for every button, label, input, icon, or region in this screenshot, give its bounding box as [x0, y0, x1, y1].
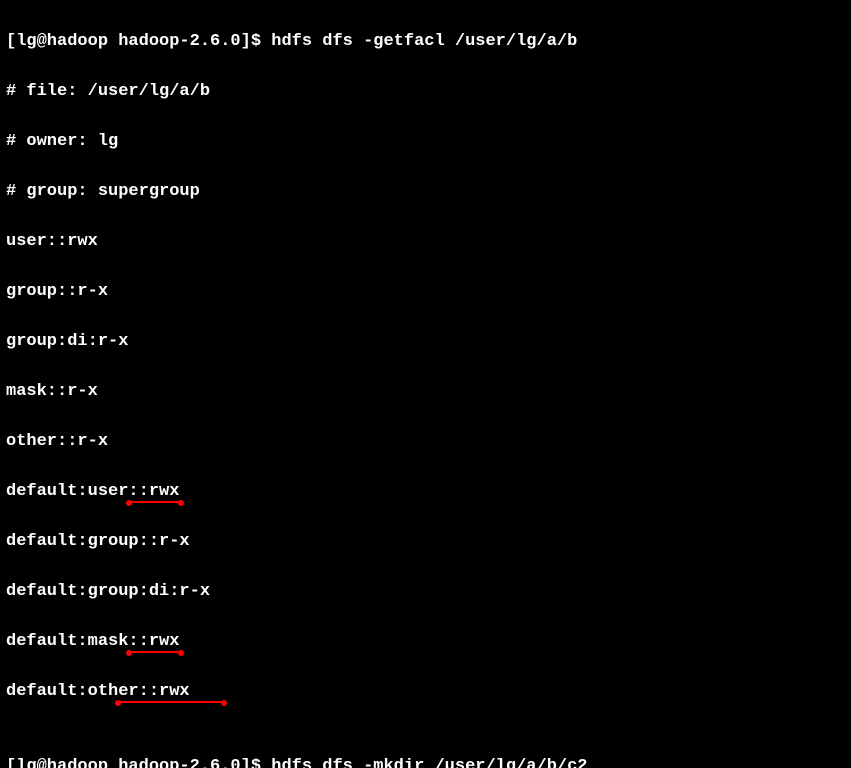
- output-line: mask::r-x: [6, 379, 845, 404]
- output-line: default:other::rwx: [6, 679, 845, 704]
- output-line: default:group::r-x: [6, 529, 845, 554]
- output-line: group::r-x: [6, 279, 845, 304]
- output-line: other::r-x: [6, 429, 845, 454]
- command-text: hdfs dfs -mkdir /user/lg/a/b/c2: [271, 757, 587, 768]
- prompt-line-2[interactable]: [lg@hadoop hadoop-2.6.0]$ hdfs dfs -mkdi…: [6, 754, 845, 768]
- highlight-underline: [128, 651, 180, 653]
- output-line: default:mask::rwx: [6, 629, 845, 654]
- output-line: # owner: lg: [6, 129, 845, 154]
- highlight-underline: [128, 501, 180, 503]
- output-line: group:di:r-x: [6, 329, 845, 354]
- output-line: default:user::rwx: [6, 479, 845, 504]
- highlight-dot-icon: [178, 650, 184, 656]
- shell-prompt: [lg@hadoop hadoop-2.6.0]$: [6, 757, 271, 768]
- highlight-dot-icon: [221, 700, 227, 706]
- output-line: default:group:di:r-x: [6, 579, 845, 604]
- highlight-dot-icon: [126, 500, 132, 506]
- highlight-dot-icon: [126, 650, 132, 656]
- command-text: hdfs dfs -getfacl /user/lg/a/b: [271, 32, 577, 51]
- highlight-underline: [117, 701, 223, 703]
- highlight-dot-icon: [115, 700, 121, 706]
- prompt-line-1[interactable]: [lg@hadoop hadoop-2.6.0]$ hdfs dfs -getf…: [6, 29, 845, 54]
- highlight-dot-icon: [178, 500, 184, 506]
- output-line: # file: /user/lg/a/b: [6, 79, 845, 104]
- shell-prompt: [lg@hadoop hadoop-2.6.0]$: [6, 32, 271, 51]
- output-line: # group: supergroup: [6, 179, 845, 204]
- output-line: user::rwx: [6, 229, 845, 254]
- terminal[interactable]: [lg@hadoop hadoop-2.6.0]$ hdfs dfs -getf…: [0, 0, 851, 768]
